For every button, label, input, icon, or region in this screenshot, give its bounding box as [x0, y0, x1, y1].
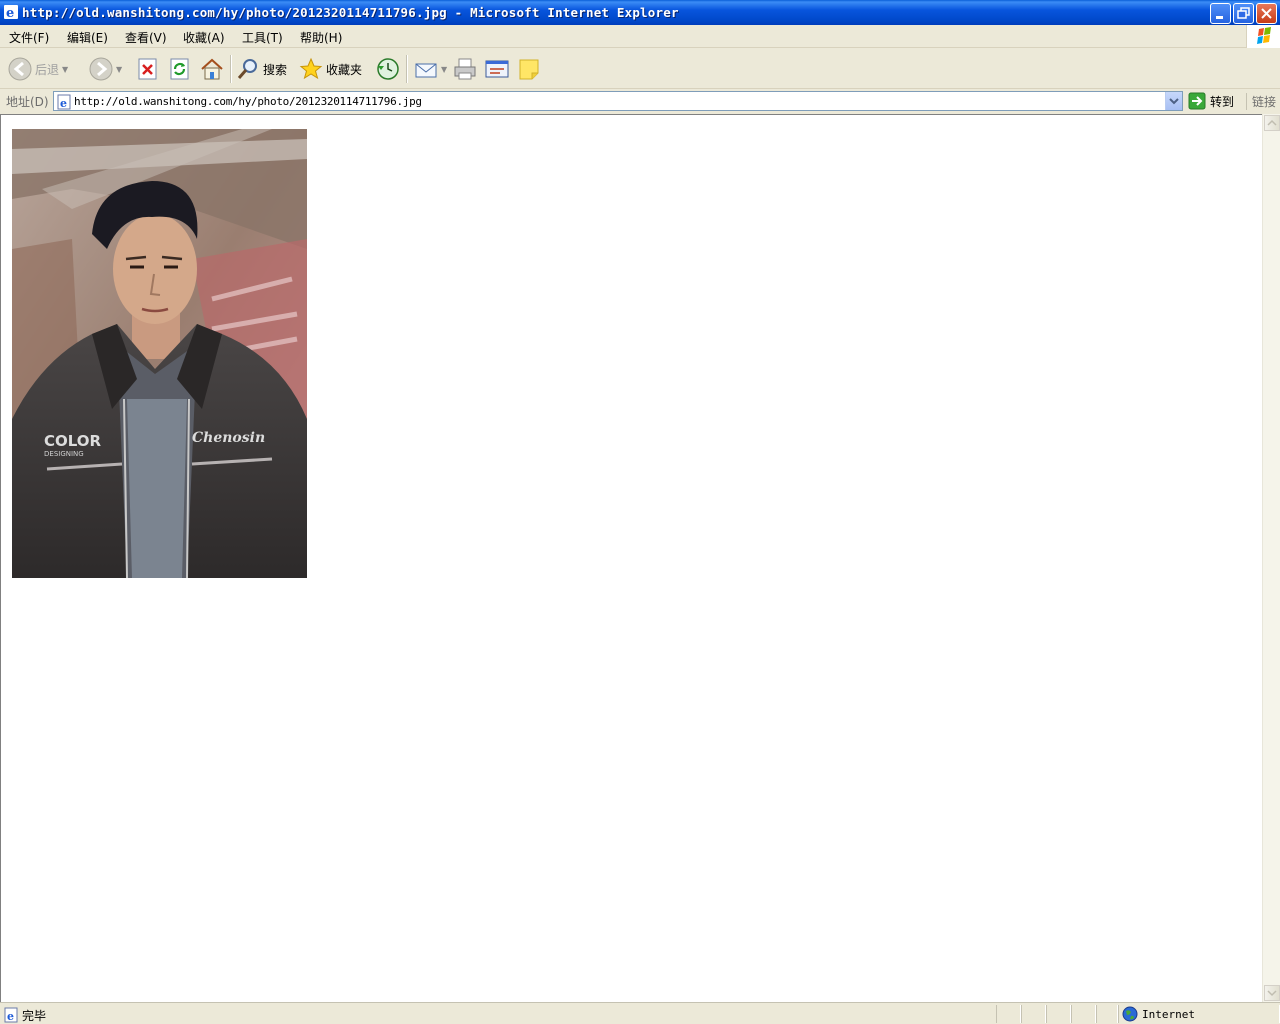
history-button[interactable] — [375, 54, 401, 84]
restore-icon — [1237, 7, 1250, 19]
shirt-logo-left-sub: DESIGNING — [44, 450, 84, 458]
status-bar: e 完毕 Internet — [0, 1002, 1280, 1024]
chevron-down-icon — [1169, 98, 1179, 105]
chevron-up-icon — [1267, 119, 1277, 126]
page-icon: e — [57, 94, 71, 110]
minimize-icon — [1216, 16, 1223, 19]
chevron-down-icon — [1267, 990, 1277, 997]
go-arrow-icon — [1188, 92, 1206, 110]
search-button[interactable]: 搜索 — [236, 54, 287, 84]
ie-icon[interactable]: e — [3, 4, 19, 20]
history-icon — [377, 58, 399, 80]
search-icon — [237, 59, 257, 79]
svg-text:e: e — [7, 1010, 14, 1023]
scroll-up-button[interactable] — [1264, 115, 1280, 131]
notes-button[interactable] — [517, 54, 541, 84]
toolbar-separator — [230, 55, 232, 83]
address-bar: 地址(D) e http://old.wanshitong.com/hy/pho… — [0, 89, 1280, 113]
stop-icon — [138, 58, 157, 80]
toolbar-separator — [406, 55, 408, 83]
edit-button[interactable] — [484, 54, 510, 84]
zone-label: Internet — [1142, 1007, 1195, 1021]
shirt-logo-left: COLOR — [44, 432, 102, 450]
stop-button[interactable] — [137, 54, 159, 84]
portrait-image: COLOR DESIGNING Chenosin — [12, 129, 307, 578]
browser-window: e http://old.wanshitong.com/hy/photo/201… — [0, 0, 1280, 1024]
address-label: 地址(D) — [6, 95, 49, 109]
mail-icon — [415, 63, 437, 78]
status-pane — [1071, 1005, 1096, 1023]
menu-help[interactable]: 帮助(H) — [300, 29, 342, 46]
sticky-note-icon — [519, 59, 539, 80]
edit-page-icon — [485, 60, 509, 78]
menu-view[interactable]: 查看(V) — [125, 29, 167, 46]
menu-bar: 文件(F) 编辑(E) 查看(V) 收藏(A) 工具(T) 帮助(H) — [0, 25, 1280, 48]
refresh-icon — [170, 58, 189, 80]
svg-text:e: e — [6, 6, 14, 20]
status-pane — [996, 1005, 1021, 1023]
address-dropdown-button[interactable] — [1165, 92, 1182, 110]
close-button[interactable] — [1256, 3, 1277, 24]
favorites-label: 收藏夹 — [326, 62, 363, 77]
page-content: COLOR DESIGNING Chenosin — [0, 114, 1262, 1002]
menu-file[interactable]: 文件(F) — [9, 29, 49, 46]
close-icon — [1261, 8, 1272, 19]
forward-button[interactable]: ▼ — [89, 54, 122, 84]
scroll-down-button[interactable] — [1264, 985, 1280, 1001]
address-url: http://old.wanshitong.com/hy/photo/20123… — [74, 95, 422, 108]
minimize-button[interactable] — [1210, 3, 1231, 24]
address-input[interactable]: e http://old.wanshitong.com/hy/photo/201… — [53, 91, 1183, 111]
shirt-logo-right: Chenosin — [192, 430, 265, 446]
forward-arrow-icon — [89, 57, 113, 81]
go-button[interactable]: 转到 — [1188, 91, 1234, 111]
security-zone[interactable]: Internet — [1122, 1006, 1195, 1022]
mail-button[interactable]: ▼ — [414, 54, 447, 84]
mail-dropdown-icon[interactable]: ▼ — [441, 65, 447, 74]
restore-button[interactable] — [1233, 3, 1254, 24]
refresh-button[interactable] — [169, 54, 191, 84]
menu-favorites[interactable]: 收藏(A) — [183, 29, 225, 46]
portrait-photo[interactable]: COLOR DESIGNING Chenosin — [12, 129, 307, 578]
back-dropdown-icon[interactable]: ▼ — [62, 65, 68, 74]
menu-edit[interactable]: 编辑(E) — [67, 29, 108, 46]
back-arrow-icon — [8, 57, 32, 81]
go-label: 转到 — [1210, 94, 1235, 109]
home-button[interactable] — [199, 54, 225, 84]
vertical-scrollbar[interactable] — [1262, 114, 1280, 1002]
back-button[interactable]: 后退 ▼ — [8, 54, 68, 84]
printer-icon — [454, 58, 476, 80]
globe-icon — [1122, 1006, 1138, 1022]
menu-tools[interactable]: 工具(T) — [242, 29, 283, 46]
status-pane — [1046, 1005, 1071, 1023]
windows-flag-icon — [1257, 27, 1271, 44]
search-label: 搜索 — [263, 62, 288, 77]
status-pane — [1096, 1005, 1118, 1023]
forward-dropdown-icon[interactable]: ▼ — [116, 65, 122, 74]
page-done-icon: e — [4, 1007, 18, 1023]
star-icon — [299, 57, 323, 80]
home-icon — [201, 58, 223, 80]
standard-toolbar: 后退 ▼ ▼ 搜索 收藏夹 ▼ — [0, 49, 1280, 89]
back-label: 后退 — [35, 62, 60, 77]
status-pane — [1021, 1005, 1046, 1023]
svg-text:e: e — [60, 97, 67, 110]
favorites-button[interactable]: 收藏夹 — [299, 54, 362, 84]
window-title: http://old.wanshitong.com/hy/photo/20123… — [22, 5, 679, 20]
status-text: 完毕 — [22, 1009, 47, 1023]
title-bar[interactable]: e http://old.wanshitong.com/hy/photo/201… — [0, 0, 1280, 25]
print-button[interactable] — [453, 54, 477, 84]
windows-logo — [1246, 25, 1280, 48]
links-toolbar[interactable]: 链接 — [1246, 93, 1276, 110]
